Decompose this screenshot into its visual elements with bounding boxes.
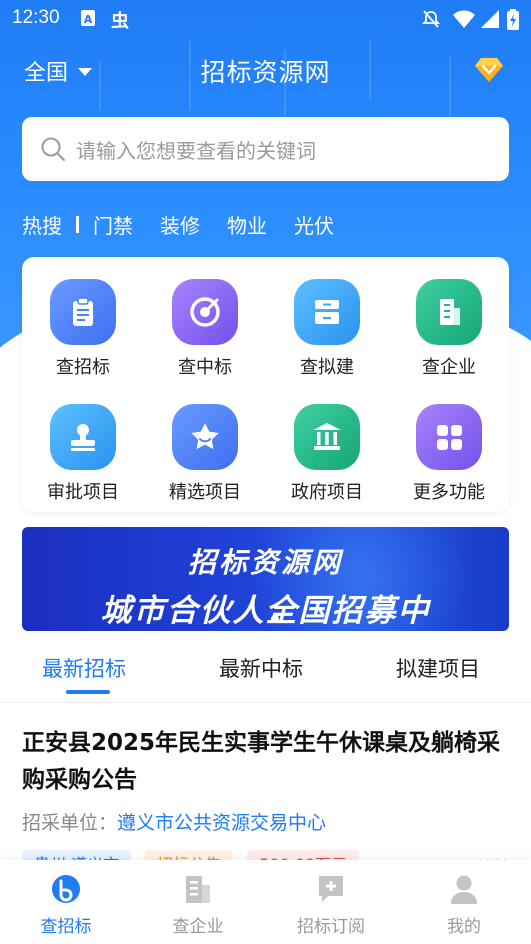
tab-latest-awards[interactable]: 最新中标 [219,653,303,683]
company-icon [143,872,253,906]
battery-icon [507,9,519,30]
grid-item-label: 查招标 [56,357,110,378]
hot-search-bar: 热搜 门禁 装修 物业 光伏 [22,210,361,238]
clipboard-icon [50,279,116,345]
wifi-icon [453,10,475,28]
banner-indicator[interactable] [271,615,279,623]
grid-item-label: 查中标 [178,357,232,378]
building-icon [416,279,482,345]
nav-company[interactable]: 查企业 [143,872,253,937]
svg-text:虫: 虫 [111,10,129,31]
government-icon [294,404,360,470]
app-a-icon: A [81,10,95,26]
tab-proposed-projects[interactable]: 拟建项目 [396,653,480,683]
status-bar: 12:30 A 虫 [0,0,531,38]
mute-icon [421,10,441,28]
active-tab-indicator [66,690,110,694]
grid-item-label: 政府项目 [291,482,363,503]
nav-label: 查企业 [172,917,224,937]
listing-unit: 招采单位：遵义市公共资源交易中心 [22,808,512,835]
divider [76,215,79,233]
hot-keyword[interactable]: 门禁 [93,210,133,239]
more-grid-icon [416,404,482,470]
search-input[interactable]: 请输入您想要查看的关键词 [22,117,509,181]
grid-item-more[interactable]: 更多功能 [388,404,510,504]
grid-item-label: 更多功能 [413,482,485,503]
bug-icon: 虫 [111,10,129,31]
grid-item-company-search[interactable]: 查企业 [388,279,510,379]
star-icon [172,404,238,470]
search-bid-icon [11,872,121,906]
hot-keyword[interactable]: 物业 [227,210,267,239]
grid-item-label: 查拟建 [300,357,354,378]
grid-item-featured[interactable]: 精选项目 [144,404,266,504]
banner-title: 招标资源网 [187,546,343,579]
subscribe-icon [276,872,386,906]
grid-item-proposed-search[interactable]: 查拟建 [266,279,388,379]
app-title: 招标资源网 [200,58,331,87]
top-bar: 全国 招标资源网 [0,50,531,90]
nav-profile[interactable]: 我的 [409,872,519,937]
grid-item-label: 审批项目 [47,482,119,503]
nav-label: 招标订阅 [297,917,365,937]
target-icon [172,279,238,345]
hot-search-label: 热搜 [22,213,62,238]
nav-label: 查招标 [40,917,92,937]
nav-bid-search[interactable]: 查招标 [11,872,121,937]
status-time: 12:30 [12,7,60,28]
promo-banner[interactable]: 招标资源网 城市合伙人全国招募中 [22,527,509,631]
stamp-icon [50,404,116,470]
tab-latest-bids[interactable]: 最新招标 [42,653,126,683]
bottom-navigation: 查招标 查企业 招标订阅 我的 [0,860,531,944]
signal-icon [481,10,499,28]
list-item[interactable]: 正安县2025年民生实事学生午休课桌及躺椅采购采购公告 招采单位：遵义市公共资源… [22,725,512,835]
cabinet-icon [294,279,360,345]
grid-item-approval[interactable]: 审批项目 [22,404,144,504]
grid-item-award-search[interactable]: 查中标 [144,279,266,379]
grid-item-label: 精选项目 [169,482,241,503]
grid-item-government[interactable]: 政府项目 [266,404,388,504]
unit-label: 招采单位： [22,812,118,834]
search-placeholder: 请输入您想要查看的关键词 [76,138,316,163]
banner-subtitle: 城市合伙人全国招募中 [100,593,431,629]
search-icon [41,137,65,161]
grid-item-bid-search[interactable]: 查招标 [22,279,144,379]
grid-item-label: 查企业 [422,357,476,378]
hot-keyword[interactable]: 装修 [160,210,200,239]
unit-value: 遵义市公共资源交易中心 [117,812,327,834]
listing-tabs: 最新招标 最新中标 拟建项目 [0,645,531,703]
nav-subscribe[interactable]: 招标订阅 [276,872,386,937]
vip-diamond-icon[interactable] [473,53,505,85]
hot-keyword[interactable]: 光伏 [294,210,334,239]
nav-label: 我的 [447,917,481,937]
quick-access-grid: 查招标 查中标 查拟建 查企业 审批项目 精选项目 政府项目 更多功能 [22,257,509,512]
listing-title: 正安县2025年民生实事学生午休课桌及躺椅采购采购公告 [22,730,501,793]
profile-icon [409,872,519,906]
svg-text:A: A [84,13,93,26]
